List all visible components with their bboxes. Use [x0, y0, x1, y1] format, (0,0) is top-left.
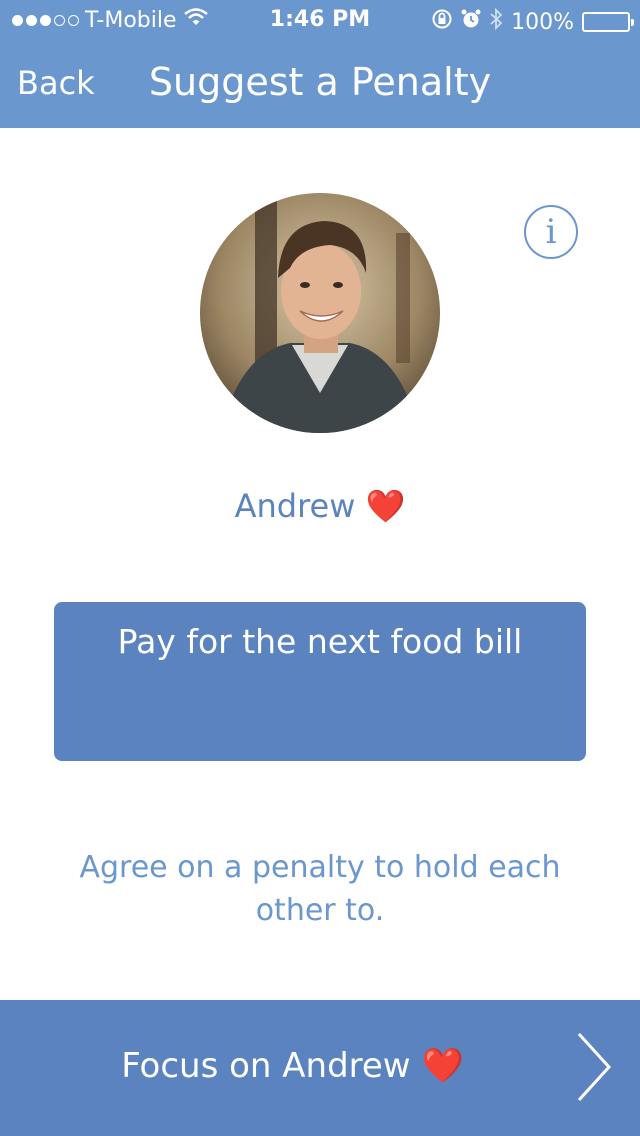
- info-icon[interactable]: i: [524, 205, 578, 259]
- status-bar-right: 100%: [431, 7, 634, 37]
- penalty-input-box[interactable]: Pay for the next food bill: [54, 602, 586, 761]
- battery-icon: [582, 12, 634, 32]
- helper-text: Agree on a penalty to hold each other to…: [79, 850, 561, 928]
- header: T-Mobile 1:46 PM 100% Back Suggest a Pen…: [0, 0, 640, 128]
- status-bar: T-Mobile 1:46 PM 100%: [0, 0, 640, 40]
- focus-button-label: Focus on Andrew: [121, 1046, 411, 1086]
- focus-on-partner-button[interactable]: Focus on Andrew ❤️: [0, 1000, 640, 1136]
- rotation-lock-icon: [431, 8, 453, 36]
- penalty-input-value[interactable]: Pay for the next food bill: [54, 622, 586, 661]
- alarm-icon: [461, 8, 481, 36]
- partner-name: Andrew: [234, 487, 356, 525]
- chevron-right-icon[interactable]: [575, 1032, 615, 1102]
- bluetooth-icon: [489, 7, 503, 37]
- nav-bar: Back Suggest a Penalty: [0, 40, 640, 128]
- avatar: [200, 193, 440, 433]
- heart-icon: ❤️: [365, 487, 406, 525]
- partner-name-row: Andrew ❤️: [0, 487, 640, 525]
- heart-icon: ❤️: [421, 1046, 464, 1086]
- battery-percent: 100%: [511, 9, 574, 35]
- avatar-photo: [200, 193, 440, 433]
- focus-button-label-row: Focus on Andrew ❤️: [0, 1046, 585, 1086]
- page-title: Suggest a Penalty: [148, 60, 492, 104]
